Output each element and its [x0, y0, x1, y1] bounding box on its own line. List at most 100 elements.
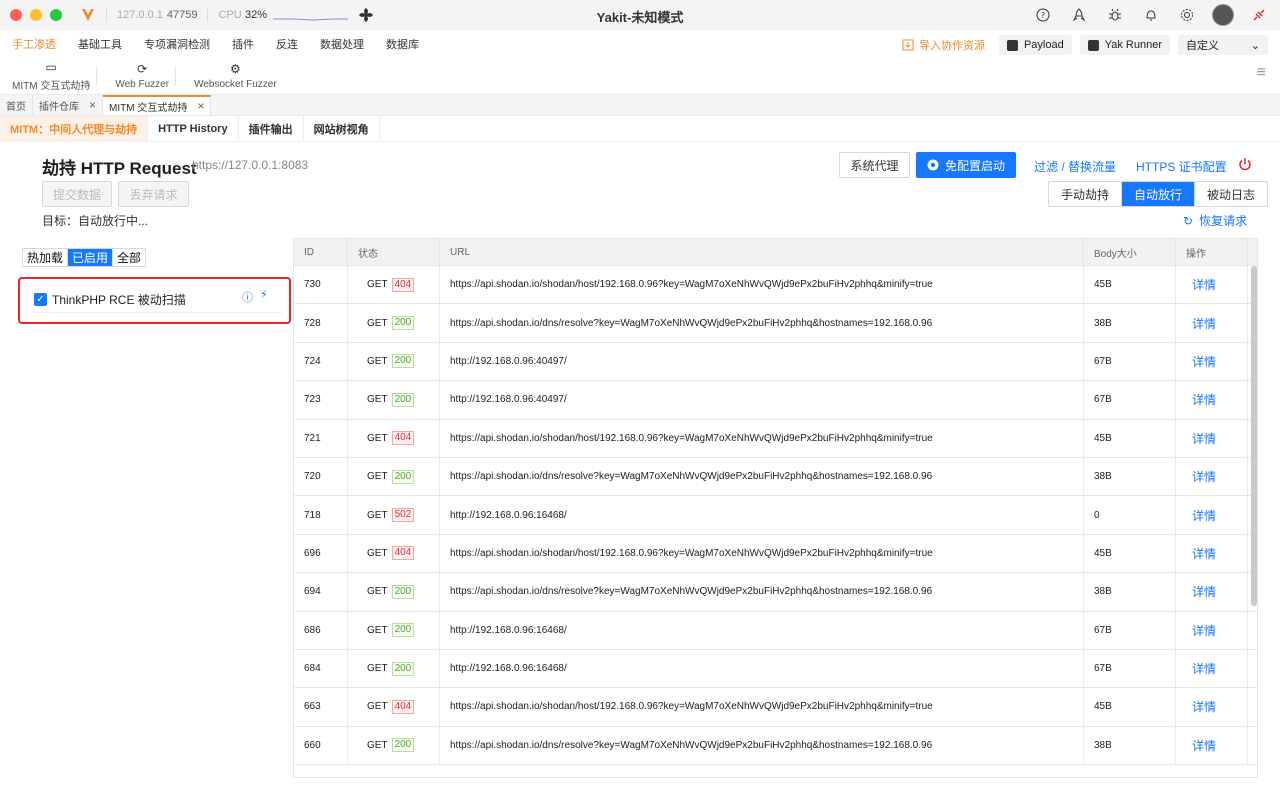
details-link[interactable]: 详情 [1176, 381, 1248, 419]
lightning-icon[interactable]: ⚡ [260, 288, 268, 301]
filter-replace-link[interactable]: 过滤 / 替换流量 [1034, 158, 1116, 175]
details-link[interactable]: 详情 [1176, 304, 1248, 342]
tool-mitm[interactable]: ▭ MITM 交互式劫持 [12, 58, 90, 94]
close-window-button[interactable] [10, 9, 22, 21]
disconnect-icon[interactable] [1248, 4, 1270, 26]
https-cert-link[interactable]: HTTPS 证书配置 [1136, 158, 1227, 175]
menu-reverse[interactable]: 反连 [276, 36, 298, 52]
col-body-size[interactable]: Body大小 [1084, 239, 1176, 265]
details-link[interactable]: 详情 [1176, 496, 1248, 534]
avatar[interactable] [1212, 4, 1234, 26]
details-link[interactable]: 详情 [1176, 457, 1248, 496]
engine-ip: 127.0.0.1 [117, 9, 163, 21]
bell-icon[interactable] [1140, 4, 1162, 26]
tool-mitm-label: MITM 交互式劫持 [12, 81, 91, 92]
menu-data-processing[interactable]: 数据处理 [320, 36, 364, 52]
tab-mitm[interactable]: MITM 交互式劫持 × [103, 95, 212, 115]
divider [96, 66, 98, 86]
row-status: GET 200 [348, 573, 440, 611]
table-row[interactable]: 694 GET 200 https://api.shodan.io/dns/resol… [294, 573, 1257, 612]
help-icon[interactable]: ⓘ [242, 289, 253, 305]
table-row[interactable]: 663 GET 404 https://api.shodan.io/shodan/ho… [294, 688, 1257, 727]
mode-passive-log[interactable]: 被动日志 [1195, 182, 1267, 206]
help-icon[interactable]: ? [1032, 4, 1054, 26]
row-url: https://api.shodan.io/dns/resolve?key=Wa… [440, 304, 1084, 342]
table-row[interactable]: 684 GET 200 http://192.168.0.96:16468/67B 详情 [294, 649, 1257, 689]
row-status: GET 200 [348, 381, 440, 419]
filter-all[interactable]: 全部 [113, 249, 145, 266]
tab-home[interactable]: 首页 [0, 95, 33, 115]
settings-icon[interactable] [1176, 4, 1198, 26]
subtab-plugin-output[interactable]: 插件输出 [239, 116, 304, 141]
no-config-start-button[interactable]: 免配置启动 [916, 152, 1016, 178]
table-row[interactable]: 718 GET 502 http://192.168.0.96:16468/0 详情 [294, 496, 1257, 535]
submit-data-button[interactable]: 提交数据 [42, 181, 112, 207]
hijack-mode-switch: 手动劫持 自动放行 被动日志 [1048, 181, 1269, 207]
import-resources-button[interactable]: 导入协作资源 [902, 37, 985, 53]
details-link[interactable]: 详情 [1176, 726, 1248, 765]
subtab-http-history[interactable]: HTTP History [148, 116, 239, 141]
row-body-size: 67B [1084, 649, 1176, 688]
plugin-checkbox[interactable]: ✓ [34, 293, 47, 306]
tab-plugin-store[interactable]: 插件仓库 × [33, 95, 104, 115]
menu-plugins[interactable]: 插件 [232, 36, 254, 52]
col-id[interactable]: ID [294, 239, 348, 265]
subtab-site-tree[interactable]: 网站树视角 [304, 116, 380, 141]
row-id: 694 [294, 573, 348, 611]
details-link[interactable]: 详情 [1176, 611, 1248, 649]
cpu-graph [273, 18, 349, 21]
mode-auto-forward[interactable]: 自动放行 [1122, 182, 1196, 206]
row-status: GET 404 [348, 266, 440, 304]
col-url[interactable]: URL [440, 239, 1084, 265]
table-row[interactable]: 660 GET 200 https://api.shodan.io/dns/resol… [294, 726, 1257, 766]
row-status: GET 404 [348, 688, 440, 726]
status-badge: 200 [391, 738, 415, 753]
tool-websocket-fuzzer[interactable]: ⚙ Websocket Fuzzer [194, 58, 277, 94]
row-method: GET [367, 355, 388, 367]
yak-runner-button[interactable]: Yak Runner [1079, 35, 1170, 55]
rocket-icon[interactable] [1068, 4, 1090, 26]
maximize-window-button[interactable] [50, 9, 62, 21]
menu-manual-pentest[interactable]: 手工渗透 [12, 36, 56, 52]
power-icon[interactable] [1238, 157, 1252, 171]
custom-select[interactable]: 自定义 ⌄ [1178, 35, 1268, 55]
table-row[interactable]: 721 GET 404 https://api.shodan.io/shodan/ho… [294, 419, 1257, 458]
table-scrollbar[interactable] [1251, 266, 1257, 606]
details-link[interactable]: 详情 [1176, 266, 1248, 304]
minimize-window-button[interactable] [30, 9, 42, 21]
table-row[interactable]: 696 GET 404 https://api.shodan.io/shodan/ho… [294, 534, 1257, 574]
menu-database[interactable]: 数据库 [386, 36, 419, 52]
system-proxy-button[interactable]: 系统代理 [839, 152, 910, 178]
table-row[interactable]: 686 GET 200 http://192.168.0.96:16468/67B 详情 [294, 611, 1257, 650]
details-link[interactable]: 详情 [1176, 419, 1248, 457]
restore-request-button[interactable]: ↻ 恢复请求 [1183, 212, 1247, 229]
filter-enabled[interactable]: 已启用 [68, 249, 114, 266]
details-link[interactable]: 详情 [1176, 649, 1248, 688]
row-body-size: 45B [1084, 266, 1176, 304]
fan-icon[interactable] [358, 7, 374, 23]
table-row[interactable]: 728 GET 200 https://api.shodan.io/dns/resol… [294, 304, 1257, 343]
status-badge: 404 [391, 699, 415, 714]
col-status[interactable]: 状态 [348, 239, 440, 265]
collapse-toolbar-icon[interactable]: ≡ [1257, 64, 1266, 82]
mode-manual[interactable]: 手动劫持 [1049, 182, 1123, 206]
subtab-mitm-proxy[interactable]: MITM：中间人代理与劫持 [0, 116, 149, 141]
filter-hot-load[interactable]: 热加载 [23, 249, 69, 266]
payload-button[interactable]: Payload [998, 35, 1072, 55]
table-row[interactable]: 720 GET 200 https://api.shodan.io/dns/resol… [294, 457, 1257, 497]
tool-web-fuzzer[interactable]: ⟳ Web Fuzzer [115, 58, 169, 94]
menu-basic-tools[interactable]: 基础工具 [78, 36, 122, 52]
close-icon[interactable]: × [197, 99, 204, 113]
discard-request-button[interactable]: 丢弃请求 [118, 181, 189, 207]
details-link[interactable]: 详情 [1176, 573, 1248, 611]
details-link[interactable]: 详情 [1176, 342, 1248, 381]
table-row[interactable]: 730 GET 404 https://api.shodan.io/shodan/ho… [294, 266, 1257, 305]
table-row[interactable]: 724 GET 200 http://192.168.0.96:40497/67B 详情 [294, 342, 1257, 382]
menu-vuln-detection[interactable]: 专项漏洞检测 [144, 36, 210, 52]
details-link[interactable]: 详情 [1176, 688, 1248, 726]
close-icon[interactable]: × [89, 98, 96, 112]
details-link[interactable]: 详情 [1176, 534, 1248, 573]
bug-icon[interactable] [1104, 4, 1126, 26]
table-row[interactable]: 723 GET 200 http://192.168.0.96:40497/67B 详情 [294, 381, 1257, 420]
row-url: https://api.shodan.io/shodan/host/192.16… [440, 688, 1084, 726]
